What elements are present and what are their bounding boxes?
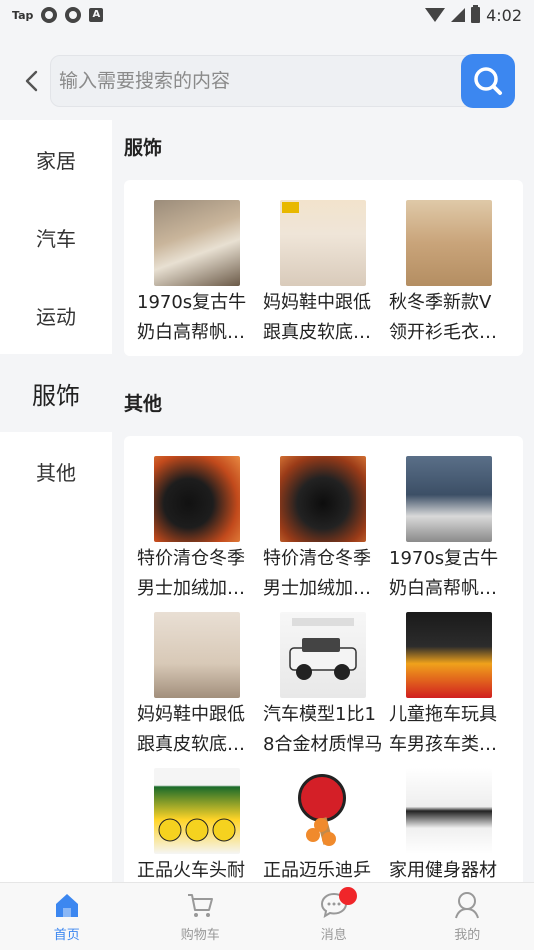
cart-icon xyxy=(185,890,215,920)
product-title: 特价清仓冬季男士加绒加厚棉鞋 xyxy=(137,548,245,599)
product-title: 妈妈鞋中跟低跟真皮软底单鞋 xyxy=(263,292,371,343)
product-title: 汽车模型1比18合金材质悍马 xyxy=(263,704,383,755)
search-header xyxy=(0,42,534,120)
product-item[interactable]: 正品火车头耐磨足球 xyxy=(134,768,260,882)
section-title-other: 其他 xyxy=(124,392,163,415)
message-badge xyxy=(339,887,357,905)
signal-icon xyxy=(451,8,466,22)
product-item[interactable]: 汽车模型1比18合金材质悍马 xyxy=(260,612,386,760)
product-item[interactable]: 1970s复古牛奶白高帮帆布鞋 xyxy=(134,200,260,348)
search-icon xyxy=(474,67,502,95)
product-image xyxy=(280,456,366,542)
product-item[interactable]: 特价清仓冬季男士加绒加厚棉鞋 xyxy=(134,456,260,604)
product-item[interactable]: 正品迈乐迪乒乓球拍 xyxy=(260,768,386,882)
search-button[interactable] xyxy=(461,54,515,108)
notification-a-icon: A xyxy=(89,8,104,22)
category-sidebar: 家居 汽车 运动 服饰 其他 xyxy=(0,120,112,882)
nav-messages-label: 消息 xyxy=(320,928,347,943)
nav-profile[interactable]: 我的 xyxy=(401,883,534,950)
back-arrow-icon[interactable] xyxy=(18,67,46,95)
nav-home-label: 首页 xyxy=(53,928,80,943)
product-image xyxy=(280,200,366,286)
wifi-icon xyxy=(425,8,446,22)
product-title: 家用健身器材臂力器 xyxy=(389,860,497,881)
nav-messages[interactable]: 消息 xyxy=(267,883,401,950)
product-image xyxy=(406,768,492,854)
product-item[interactable]: 妈妈鞋中跟低跟真皮软底单鞋 xyxy=(134,612,260,760)
notification-icon-2 xyxy=(65,7,82,23)
section-card-other: 特价清仓冬季男士加绒加厚棉鞋 特价清仓冬季男士加绒加厚皮鞋 1970s复古牛奶白… xyxy=(124,436,523,882)
toy-car-image xyxy=(289,618,357,680)
product-image xyxy=(406,612,492,698)
product-image xyxy=(154,612,240,698)
nav-home[interactable]: 首页 xyxy=(0,883,134,950)
product-image xyxy=(154,200,240,286)
product-title: 特价清仓冬季男士加绒加厚皮鞋 xyxy=(263,548,371,599)
battery-icon xyxy=(471,5,481,23)
product-image xyxy=(154,456,240,542)
product-image xyxy=(154,768,240,854)
section-card-clothing: 1970s复古牛奶白高帮帆布鞋 妈妈鞋中跟低跟真皮软底单鞋 秋冬季新款V领开衫毛… xyxy=(124,180,523,356)
nav-cart[interactable]: 购物车 xyxy=(134,883,268,950)
status-time: 4:02 xyxy=(486,5,522,25)
product-list: 服饰 1970s复古牛奶白高帮帆布鞋 妈妈鞋中跟低跟真皮软底单鞋 秋冬季新款V领… xyxy=(112,120,534,882)
soccer-ball-image xyxy=(158,818,236,842)
sidebar-item-other[interactable]: 其他 xyxy=(0,432,112,510)
product-image xyxy=(280,768,366,854)
product-image xyxy=(280,612,366,698)
product-image xyxy=(406,200,492,286)
sidebar-item-car[interactable]: 汽车 xyxy=(0,198,112,276)
product-title: 正品迈乐迪乒乓球拍 xyxy=(263,860,371,881)
product-title: 1970s复古牛奶白高帮帆布鞋 xyxy=(137,292,247,343)
status-left: Tap A xyxy=(12,7,104,23)
search-box xyxy=(50,54,515,108)
nav-cart-label: 购物车 xyxy=(180,928,220,943)
product-item[interactable]: 1970s复古牛奶白高帮帆布鞋 xyxy=(386,456,512,604)
sidebar-item-clothing[interactable]: 服饰 xyxy=(0,354,112,432)
sidebar-item-sports[interactable]: 运动 xyxy=(0,276,112,354)
bottom-nav: 首页 购物车 消息 我的 xyxy=(0,882,534,950)
product-item[interactable]: 特价清仓冬季男士加绒加厚皮鞋 xyxy=(260,456,386,604)
product-title: 正品火车头耐磨足球 xyxy=(137,860,245,881)
product-item[interactable]: 妈妈鞋中跟低跟真皮软底单鞋 xyxy=(260,200,386,348)
status-bar: Tap A 4:02 xyxy=(0,0,534,30)
notification-icon xyxy=(41,7,58,23)
user-icon xyxy=(452,890,482,920)
product-title: 秋冬季新款V领开衫毛衣外套 xyxy=(389,292,497,343)
section-title-clothing: 服饰 xyxy=(124,136,163,159)
search-input[interactable] xyxy=(59,70,513,92)
status-right: 4:02 xyxy=(425,5,522,25)
product-title: 儿童拖车玩具车男孩车类大号 xyxy=(389,704,497,755)
product-title: 1970s复古牛奶白高帮帆布鞋 xyxy=(389,548,499,599)
sidebar-item-home[interactable]: 家居 xyxy=(0,120,112,198)
product-item[interactable]: 家用健身器材臂力器 xyxy=(386,768,512,882)
nav-profile-label: 我的 xyxy=(454,928,481,943)
product-item[interactable]: 秋冬季新款V领开衫毛衣外套 xyxy=(386,200,512,348)
home-icon xyxy=(52,890,82,920)
product-item[interactable]: 儿童拖车玩具车男孩车类大号 xyxy=(386,612,512,760)
status-app-label: Tap xyxy=(12,8,34,22)
product-title: 妈妈鞋中跟低跟真皮软底单鞋 xyxy=(137,704,245,755)
product-image xyxy=(406,456,492,542)
